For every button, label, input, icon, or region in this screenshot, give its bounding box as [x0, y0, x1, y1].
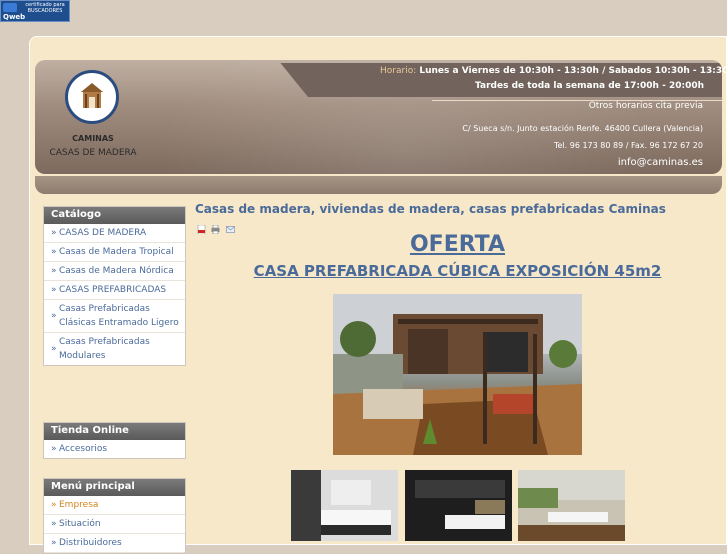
- arrow-icon: »: [51, 538, 57, 548]
- arrow-icon: »: [51, 500, 57, 510]
- arrow-icon: »: [51, 444, 57, 454]
- hours-afternoons: Tardes de toda la semana de 17:00h - 20:…: [475, 81, 704, 91]
- menu-item-label: Accesorios: [59, 444, 108, 454]
- email-link[interactable]: info@caminas.es: [618, 157, 703, 168]
- page-title: Casas de madera, viviendas de madera, ca…: [195, 202, 666, 216]
- shop-menu: Tienda Online » Accesorios: [43, 422, 186, 459]
- certification-badge[interactable]: Qweb certificado para BUSCADORES: [0, 0, 70, 22]
- hours-label: Horario:: [380, 66, 417, 76]
- menu-item-madera-nordica[interactable]: » Casas de Madera Nórdica: [44, 262, 185, 281]
- menu-item-label: Casas Prefabricadas Modulares: [59, 337, 150, 361]
- menu-item-label: CASAS PREFABRICADAS: [59, 285, 167, 295]
- hours-other: Otros horarios cita previa: [588, 101, 703, 111]
- thumbnail-bedroom[interactable]: [291, 470, 398, 541]
- arrow-icon: »: [51, 344, 57, 354]
- main-photo[interactable]: [333, 294, 582, 455]
- menu-item-label: CASAS DE MADERA: [59, 228, 147, 238]
- offer-heading: OFERTA: [409, 232, 506, 257]
- hours-weekdays-text: Lunes a Viernes de 10:30h - 13:30h / Sab…: [419, 66, 727, 76]
- logo[interactable]: [65, 70, 119, 124]
- badge-text: certificado para BUSCADORES: [25, 2, 65, 14]
- main-menu: Menú principal » Empresa » Situación » Dist…: [43, 478, 186, 554]
- phone: Tel. 96 173 80 89 / Fax. 96 172 67 20: [553, 141, 703, 150]
- bedroom-photo: [291, 470, 398, 541]
- menu-item-situacion[interactable]: » Situación: [44, 515, 185, 534]
- menu-item-label: Distribuidores: [59, 538, 122, 548]
- house-photo: [333, 294, 582, 455]
- menu-item-accesorios[interactable]: » Accesorios: [44, 440, 185, 458]
- menu-item-casas-de-madera[interactable]: » CASAS DE MADERA: [44, 224, 185, 243]
- menu-item-madera-tropical[interactable]: » Casas de Madera Tropical: [44, 243, 185, 262]
- catalog-menu: Catálogo » CASAS DE MADERA » Casas de Made…: [43, 206, 186, 366]
- menu-item-prefabricadas-clasicas[interactable]: » Casas Prefabricadas Clásicas Entramado …: [44, 300, 185, 333]
- badge-brand: Qweb: [3, 13, 26, 21]
- menu-title: Menú principal: [44, 479, 185, 496]
- offer-subtitle: CASA PREFABRICADA CÚBICA EXPOSICIÓN 45m2: [253, 262, 662, 280]
- address: C/ Sueca s/n. Junto estación Renfe. 4640…: [462, 124, 703, 133]
- menu-title: Tienda Online: [44, 423, 185, 440]
- dining-photo: [518, 470, 625, 541]
- hours-weekdays: Horario: Lunes a Viernes de 10:30h - 13:…: [380, 66, 727, 76]
- arrow-icon: »: [51, 519, 57, 529]
- arrow-icon: »: [51, 266, 57, 276]
- menu-item-label: Casas de Madera Tropical: [59, 247, 174, 257]
- menu-item-label: Empresa: [59, 500, 99, 510]
- menu-item-label: Situación: [59, 519, 101, 529]
- kitchen-photo: [405, 470, 512, 541]
- brand-tagline: CASAS DE MADERA: [49, 148, 137, 158]
- arrow-icon: »: [51, 311, 57, 321]
- menu-item-label: Casas Prefabricadas Clásicas Entramado L…: [59, 304, 179, 328]
- thumbnail-kitchen[interactable]: [405, 470, 512, 541]
- house-icon: [81, 83, 103, 108]
- arrow-icon: »: [51, 247, 57, 257]
- menu-item-prefabricadas-modulares[interactable]: » Casas Prefabricadas Modulares: [44, 333, 185, 365]
- header-footer-bar: [35, 176, 722, 194]
- menu-item-label: Casas de Madera Nórdica: [59, 266, 174, 276]
- brand-name: CAMINAS: [72, 134, 114, 143]
- thumbnail-dining[interactable]: [518, 470, 625, 541]
- globe-icon: [3, 3, 17, 12]
- menu-title: Catálogo: [44, 207, 185, 224]
- arrow-icon: »: [51, 285, 57, 295]
- menu-item-distribuidores[interactable]: » Distribuidores: [44, 534, 185, 553]
- menu-item-casas-prefabricadas[interactable]: » CASAS PREFABRICADAS: [44, 281, 185, 300]
- arrow-icon: »: [51, 228, 57, 238]
- menu-item-empresa[interactable]: » Empresa: [44, 496, 185, 515]
